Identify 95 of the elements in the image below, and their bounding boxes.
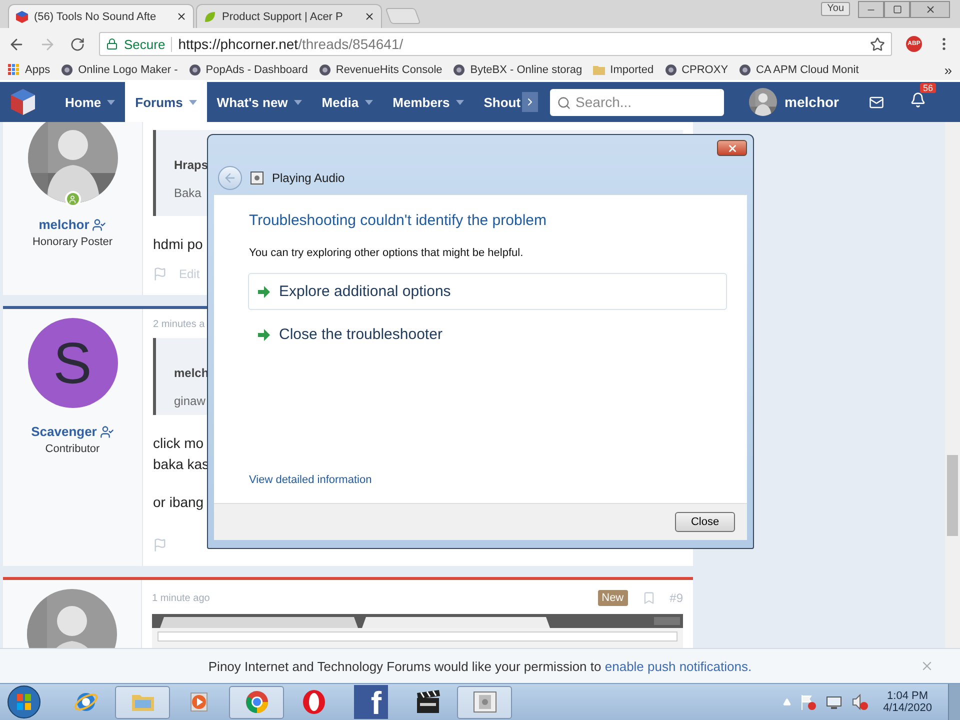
bookmark-link[interactable]: ByteBX - Online storag: [470, 64, 582, 76]
browser-tab[interactable]: (56) Tools No Sound Afte: [8, 4, 194, 28]
close-icon: [726, 142, 738, 154]
clock[interactable]: 1:04 PM 4/14/2020: [883, 690, 932, 714]
scrollbar-thumb[interactable]: [947, 455, 958, 536]
window-icon: [470, 689, 498, 715]
site-favicon: [203, 10, 217, 24]
alert-count: 56: [920, 82, 936, 92]
quote-author: Hraps: [174, 158, 210, 172]
caret-icon: [364, 100, 373, 104]
site-icon: [453, 64, 466, 76]
option-link[interactable]: Close the troubleshooter: [248, 316, 727, 353]
post-time: 2 minutes a: [153, 319, 206, 330]
close-button[interactable]: [717, 140, 747, 156]
bell-icon[interactable]: [910, 92, 926, 108]
option-link[interactable]: Explore additional options: [248, 273, 727, 310]
post-text: hdmi po: [153, 236, 204, 252]
site-logo: [8, 87, 38, 117]
user-title: Contributor: [45, 443, 100, 455]
bookmark-link[interactable]: CA APM Cloud Monit: [756, 64, 859, 76]
folder-icon: [593, 64, 606, 76]
maximize-icon: [892, 5, 902, 14]
quote-text: ginaw: [174, 394, 206, 408]
apps-grid-icon: [8, 64, 20, 76]
post-time: 1 minute ago: [152, 592, 210, 604]
lock-icon: [106, 38, 118, 50]
caret-icon: [456, 100, 464, 104]
scroll-right-button[interactable]: [522, 92, 538, 112]
enable-notifications-link[interactable]: enable push notifications.: [604, 658, 752, 674]
new-label: New: [598, 590, 628, 606]
arrow-icon: [257, 328, 271, 340]
audio-icon: [250, 171, 264, 185]
nav-tab[interactable]: Home: [55, 82, 126, 122]
dialog-message: You can try exploring other options that might be helpful.: [249, 247, 524, 259]
post-text: or ibang: [153, 494, 205, 510]
bookmark-star-icon[interactable]: [870, 36, 885, 52]
bookmark-link[interactable]: PopAds - Dashboard: [206, 64, 308, 76]
site-icon: [664, 64, 677, 76]
address-bar[interactable]: Secure https://phcorner.net/threads/854641/: [99, 32, 892, 56]
notification-text: Pinoy Internet and Technology Forums would like your permission to enable push notifications.: [208, 658, 752, 674]
verified-user-icon: [92, 218, 106, 232]
nav-tab[interactable]: Forums: [125, 82, 207, 122]
site-icon: [188, 64, 201, 76]
maximize-button[interactable]: [884, 1, 910, 18]
nav-tab[interactable]: Media: [312, 82, 383, 122]
post-text: click mo: [153, 435, 205, 451]
user-name[interactable]: melchor: [784, 94, 840, 110]
author-name[interactable]: melchor: [38, 217, 90, 232]
site-icon: [318, 64, 331, 76]
caret-icon: [107, 100, 116, 104]
site-icon: [739, 64, 752, 76]
close-button[interactable]: [910, 1, 950, 18]
user-icon: [68, 194, 77, 204]
start-button[interactable]: [6, 684, 42, 720]
quote-author: melch: [174, 366, 210, 380]
site-favicon: [15, 10, 29, 24]
caret-icon: [294, 100, 302, 104]
user-title: Honorary Poster: [32, 236, 113, 248]
caret-icon: [188, 100, 197, 104]
bookmark-link[interactable]: Online Logo Maker -: [78, 64, 178, 76]
opera-icon: [300, 689, 326, 715]
profile-button[interactable]: You: [821, 2, 850, 16]
window-title: Playing Audio: [272, 171, 345, 185]
taskbar-button[interactable]: f: [343, 686, 398, 718]
details-link[interactable]: View detailed information: [249, 474, 372, 486]
site-icon: [61, 64, 74, 76]
verified-user-icon: [100, 424, 114, 438]
nav-tab[interactable]: What's new: [206, 82, 312, 122]
url-text: https://phcorner.net/threads/854641/: [178, 36, 404, 52]
dialog-heading: Troubleshooting couldn't identify the problem: [249, 212, 548, 229]
close-icon: [924, 4, 936, 15]
browser-tab[interactable]: Product Support | Acer P: [196, 4, 382, 28]
bookmark-link[interactable]: Imported: [610, 64, 654, 76]
close-icon[interactable]: [364, 11, 375, 22]
search-icon: [556, 96, 571, 110]
mail-icon[interactable]: [869, 94, 884, 110]
nav-tab[interactable]: Members: [382, 82, 474, 122]
arrow-icon: [257, 286, 271, 298]
speaker-muted-icon[interactable]: [851, 693, 870, 711]
search-field[interactable]: Search...: [550, 88, 724, 116]
bookmark-link[interactable]: RevenueHits Console: [336, 64, 442, 76]
reload-icon[interactable]: [70, 36, 85, 52]
quote-text: Baka: [174, 186, 202, 200]
close-button[interactable]: Close: [675, 512, 735, 532]
close-icon[interactable]: [176, 11, 187, 22]
bookmark-link[interactable]: Apps: [25, 64, 50, 76]
bookmark-link[interactable]: CPROXY: [682, 64, 728, 76]
more-bookmarks-button[interactable]: »: [944, 62, 952, 78]
facebook-icon: f: [354, 685, 388, 719]
security-label: Secure: [124, 36, 172, 52]
flag-alert-icon[interactable]: [799, 693, 818, 711]
nav-tab[interactable]: Shout: [474, 82, 522, 122]
author-name[interactable]: Scavenger: [31, 424, 97, 439]
user-avatar: S: [28, 318, 118, 408]
chrome-icon: [244, 689, 270, 715]
